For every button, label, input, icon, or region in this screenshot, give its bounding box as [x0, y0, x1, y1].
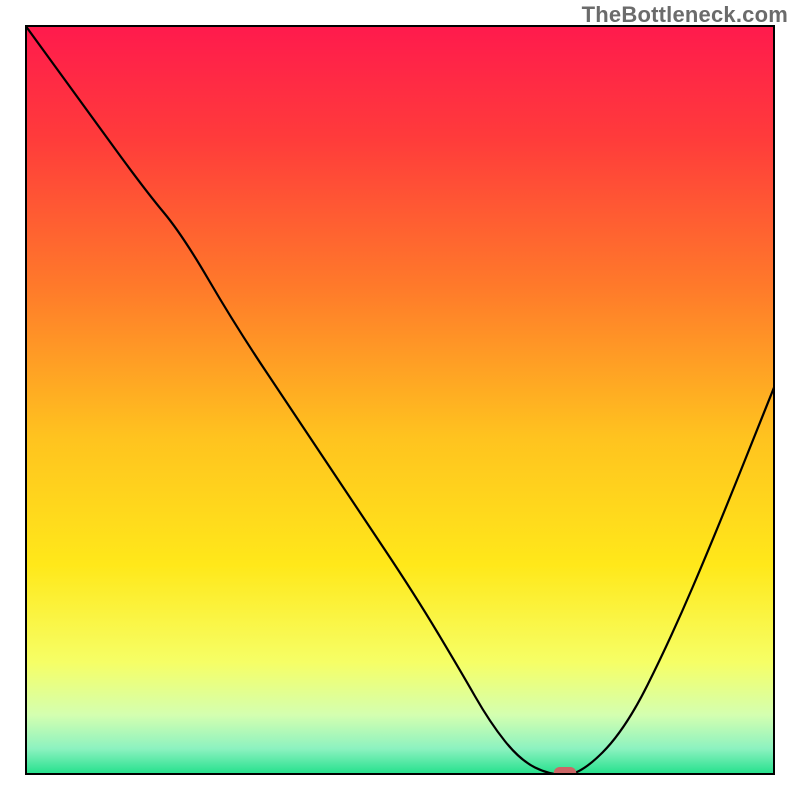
chart-plot	[25, 25, 775, 775]
gradient-background	[25, 25, 775, 775]
